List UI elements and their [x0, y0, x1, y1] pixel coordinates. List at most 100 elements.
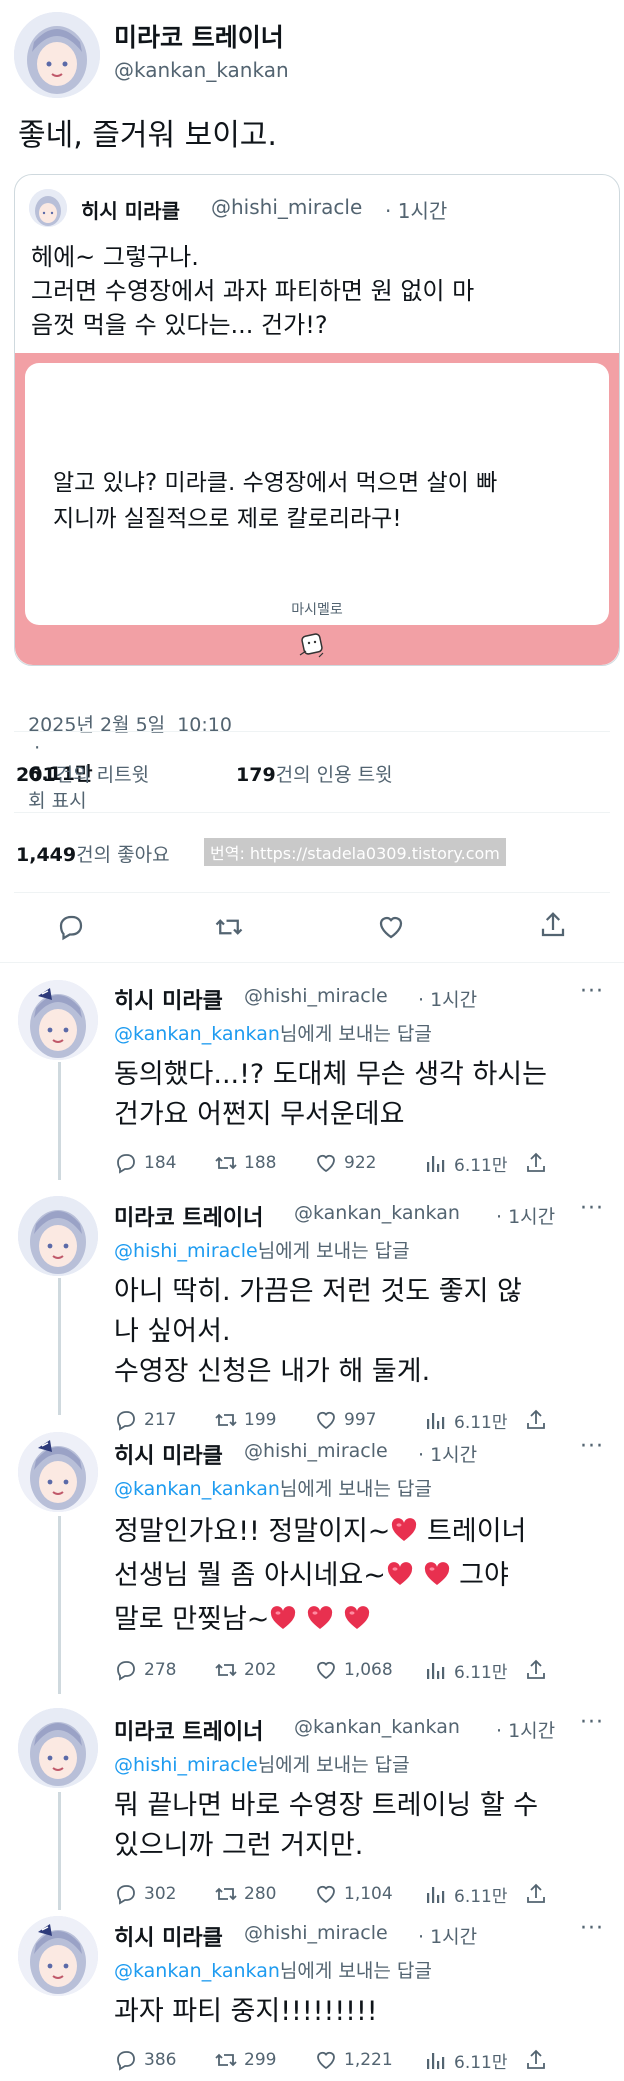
- marshmallow-card[interactable]: 알고 있냐? 미라클. 수영장에서 먹으면 살이 빠 지니까 실질적으로 제로 …: [15, 353, 619, 665]
- more-icon[interactable]: ···: [580, 1710, 604, 1735]
- tweet-time[interactable]: · 1시간: [418, 985, 477, 1012]
- avatar[interactable]: [18, 1708, 98, 1788]
- more-icon[interactable]: ···: [580, 1434, 604, 1459]
- author-handle[interactable]: @hishi_miracle: [244, 1440, 388, 1462]
- tweet-text-line: 과자 파티 중지!!!!!!!!!: [114, 1996, 378, 2027]
- share-button[interactable]: [524, 1882, 548, 1906]
- more-icon[interactable]: ···: [580, 1916, 604, 1941]
- retweet-button[interactable]: 299: [214, 2048, 276, 2072]
- author-name[interactable]: 히시 미라클: [114, 1438, 223, 1470]
- reply-to-suffix: 님에게 보내는 답글: [279, 1023, 432, 1045]
- like-button[interactable]: 997: [314, 1408, 376, 1432]
- retweet-button[interactable]: 188: [214, 1151, 276, 1175]
- tweet-time[interactable]: · 1시간: [418, 1440, 477, 1467]
- share-button[interactable]: [524, 1408, 548, 1432]
- quotes-stat[interactable]: 179건의 인용 트윗: [236, 760, 393, 787]
- more-icon[interactable]: ···: [580, 1196, 604, 1221]
- tweet-time[interactable]: · 1시간: [418, 1922, 477, 1949]
- heart-emoji: [392, 1518, 417, 1541]
- heart-icon: [317, 1411, 335, 1430]
- reply-icon: [117, 1154, 135, 1174]
- views-count: 6.11만: [454, 2053, 508, 2073]
- reply-to-handle[interactable]: @kankan_kankan: [114, 1478, 280, 1500]
- reply-button[interactable]: 386: [114, 2048, 176, 2072]
- author-name[interactable]: 히시 미라클: [114, 983, 223, 1015]
- share-button[interactable]: [524, 1658, 548, 1682]
- author-handle[interactable]: @hishi_miracle: [244, 985, 388, 1007]
- quoted-text-line3: 음껏 먹을 수 있다는... 건가!?: [31, 311, 328, 339]
- views-button[interactable]: 6.11만: [424, 1408, 508, 1433]
- quotes-count: 179: [236, 764, 276, 786]
- retweet-button[interactable]: 280: [214, 1882, 276, 1906]
- divider: [14, 731, 610, 732]
- reply-button[interactable]: 217: [114, 1408, 176, 1432]
- like-button[interactable]: 1,104: [314, 1882, 393, 1906]
- avatar[interactable]: [18, 980, 98, 1060]
- like-button[interactable]: 1,221: [314, 2048, 393, 2072]
- reply-button[interactable]: [56, 912, 86, 942]
- heart-emoji: [424, 1562, 449, 1585]
- reply-button[interactable]: 184: [114, 1151, 176, 1175]
- avatar[interactable]: [18, 1432, 98, 1512]
- reply-count: 184: [144, 1153, 177, 1173]
- tweet-time[interactable]: · 1시간: [496, 1716, 555, 1743]
- heart-icon: [379, 916, 403, 939]
- like-count: 922: [344, 1153, 377, 1173]
- avatar[interactable]: [14, 12, 100, 98]
- quoted-name: 히시 미라클: [81, 199, 180, 223]
- author-handle[interactable]: @kankan_kankan: [294, 1716, 460, 1738]
- likes-label: 건의 좋아요: [76, 844, 170, 866]
- share-button[interactable]: [538, 910, 568, 940]
- share-button[interactable]: [524, 2048, 548, 2072]
- tweet-text-line: 있으니까 그런 거지만.: [114, 1830, 364, 1861]
- reply-to-suffix: 님에게 보내는 답글: [279, 1478, 432, 1500]
- avatar[interactable]: [18, 1196, 98, 1276]
- timestamp[interactable]: 2025년 2월 5일 10:10 · 6.11만 회 표시: [16, 688, 232, 813]
- retweet-button[interactable]: 202: [214, 1658, 276, 1682]
- reply-button[interactable]: 302: [114, 1882, 176, 1906]
- author-name[interactable]: 히시 미라클: [114, 1920, 223, 1952]
- reply-to-handle[interactable]: @kankan_kankan: [114, 1023, 280, 1045]
- quoted-avatar: [29, 189, 67, 227]
- author-handle[interactable]: @kankan_kankan: [294, 1202, 460, 1224]
- reply-to-handle[interactable]: @hishi_miracle: [114, 1240, 258, 1262]
- like-count: 1,068: [344, 1660, 393, 1680]
- reply-count: 386: [144, 2050, 177, 2070]
- retweet-button[interactable]: [214, 912, 244, 942]
- quoted-tweet[interactable]: 히시 미라클 @hishi_miracle · 1시간 헤에~ 그렇구나. 그러…: [14, 174, 620, 666]
- views-button[interactable]: 6.11만: [424, 1882, 508, 1907]
- like-button[interactable]: 1,068: [314, 1658, 393, 1682]
- views-button[interactable]: 6.11만: [424, 1658, 508, 1683]
- card-caption: 마시멜로: [291, 602, 343, 618]
- reply-to-handle[interactable]: @kankan_kankan: [114, 1960, 280, 1982]
- share-icon: [527, 2049, 545, 2069]
- tweet-text-line: 아니 딱히. 가끔은 저런 것도 좋지 않: [114, 1276, 522, 1307]
- reply-button[interactable]: 278: [114, 1658, 176, 1682]
- author-handle[interactable]: @hishi_miracle: [244, 1922, 388, 1944]
- tweet-time[interactable]: · 1시간: [496, 1202, 555, 1229]
- reply-context: @hishi_miracle님에게 보내는 답글: [114, 1236, 410, 1263]
- retweet-button[interactable]: 199: [214, 1408, 276, 1432]
- retweet-icon: [215, 1887, 237, 1901]
- author-name[interactable]: 미라코 트레이너: [114, 1714, 263, 1746]
- quoted-text-line1: 헤에~ 그렇구나.: [31, 243, 199, 271]
- reply-icon: [117, 1885, 135, 1905]
- more-icon[interactable]: ···: [580, 979, 604, 1004]
- share-button[interactable]: [524, 1151, 548, 1175]
- likes-stat[interactable]: 1,449건의 좋아요: [16, 840, 170, 867]
- author-name[interactable]: 미라코 트레이너: [114, 18, 284, 54]
- views-button[interactable]: 6.11만: [424, 2048, 508, 2073]
- author-handle[interactable]: @kankan_kankan: [114, 58, 289, 82]
- views-count: 6.11만: [454, 1156, 508, 1176]
- author-name[interactable]: 미라코 트레이너: [114, 1200, 263, 1232]
- reply-count: 278: [144, 1660, 177, 1680]
- like-button[interactable]: [376, 912, 406, 942]
- like-button[interactable]: 922: [314, 1151, 376, 1175]
- views-button[interactable]: 6.11만: [424, 1151, 508, 1176]
- tweet-text-line: 나 싶어서.: [114, 1316, 231, 1347]
- reply-to-handle[interactable]: @hishi_miracle: [114, 1754, 258, 1776]
- retweet-count: 202: [244, 1660, 277, 1680]
- avatar[interactable]: [18, 1916, 98, 1996]
- retweets-stat[interactable]: 201건의 리트윗: [16, 760, 149, 787]
- reply-to-suffix: 님에게 보내는 답글: [257, 1240, 410, 1262]
